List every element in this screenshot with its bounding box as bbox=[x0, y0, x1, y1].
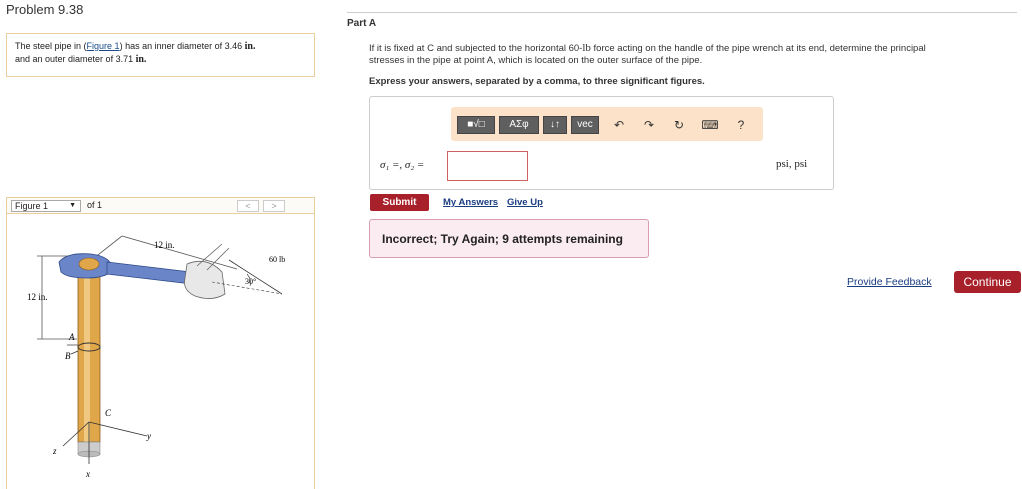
question-unit: lb bbox=[582, 42, 591, 54]
label-30deg: 30° bbox=[245, 277, 256, 286]
next-figure-button[interactable]: > bbox=[263, 200, 285, 212]
label-axis-y: y bbox=[146, 431, 151, 441]
answer-instruction: Express your answers, separated by a com… bbox=[369, 76, 705, 87]
hand-sleeve-line bbox=[196, 243, 223, 267]
label-point-a: A bbox=[68, 332, 75, 342]
help-icon[interactable]: ? bbox=[733, 116, 749, 134]
point-b-leader bbox=[70, 350, 79, 355]
question-text: If it is fixed at C and subjected to the… bbox=[369, 42, 1009, 67]
part-divider bbox=[347, 12, 1017, 13]
figure-panel: 12 in. 60 lb 30° 12 in. A B C y z x bbox=[6, 214, 315, 489]
dimension-line-top bbox=[121, 235, 238, 270]
hand-illustration bbox=[184, 260, 226, 299]
provide-feedback-link[interactable]: Provide Feedback bbox=[847, 276, 932, 288]
desc-text-mid: ) has an inner diameter of 3.46 bbox=[119, 41, 245, 51]
desc-unit-2: in. bbox=[135, 54, 147, 65]
pipe-wrench-diagram: 12 in. 60 lb 30° 12 in. A B C y z x bbox=[27, 235, 285, 479]
reset-icon[interactable]: ↻ bbox=[669, 116, 689, 134]
answer-panel: ■√□ ΑΣφ ↓↑ vec ↶ ↷ ↻ ⌨ ? σ₁ =, σ₂ = psi,… bbox=[369, 96, 834, 190]
figure-link[interactable]: Figure 1 bbox=[87, 41, 120, 51]
question-part-3: stresses in the pipe at point A, which i… bbox=[369, 55, 703, 66]
submit-button[interactable]: Submit bbox=[370, 194, 429, 211]
arrows-button[interactable]: ↓↑ bbox=[543, 116, 567, 134]
label-12in-side: 12 in. bbox=[27, 292, 48, 302]
continue-button[interactable]: Continue bbox=[954, 271, 1021, 293]
math-toolbar: ■√□ ΑΣφ ↓↑ vec ↶ ↷ ↻ ⌨ ? bbox=[451, 107, 763, 141]
prev-figure-button[interactable]: < bbox=[237, 200, 259, 212]
desc-text-pre: The steel pipe in ( bbox=[15, 41, 87, 51]
figure-navigation: Figure 1 ▼ of 1 < > bbox=[6, 197, 315, 214]
label-point-b: B bbox=[65, 351, 71, 361]
my-answers-link[interactable]: My Answers bbox=[443, 197, 498, 208]
label-60lb: 60 lb bbox=[269, 255, 285, 264]
answer-label: σ₁ =, σ₂ = bbox=[380, 159, 425, 171]
chevron-down-icon: ▼ bbox=[69, 202, 76, 209]
answer-units: psi, psi bbox=[776, 158, 808, 170]
symbols-button[interactable]: ΑΣφ bbox=[499, 116, 539, 134]
label-axis-x: x bbox=[85, 469, 90, 479]
answer-input[interactable] bbox=[447, 151, 528, 181]
figure-select[interactable]: Figure 1 ▼ bbox=[11, 200, 81, 212]
question-part-1: If it is fixed at C and subjected to the… bbox=[369, 43, 583, 54]
figure-select-value: Figure 1 bbox=[15, 201, 49, 211]
desc-unit-1: in. bbox=[244, 41, 256, 52]
figure-count: of 1 bbox=[87, 200, 103, 210]
vec-button[interactable]: vec bbox=[571, 116, 599, 134]
question-part-2: force acting on the handle of the pipe w… bbox=[590, 43, 926, 54]
feedback-text: Incorrect; Try Again; 9 attempts remaini… bbox=[382, 232, 623, 246]
give-up-link[interactable]: Give Up bbox=[507, 197, 543, 208]
templates-button[interactable]: ■√□ bbox=[457, 116, 495, 134]
undo-icon[interactable]: ↶ bbox=[609, 116, 629, 134]
pipe-highlight bbox=[84, 272, 90, 442]
problem-description: The steel pipe in (Figure 1) has an inne… bbox=[6, 33, 315, 77]
hand-sleeve-line-2 bbox=[206, 247, 230, 271]
desc-text-line2: and an outer diameter of 3.71 bbox=[15, 54, 136, 64]
label-12in-top: 12 in. bbox=[154, 240, 175, 250]
keyboard-icon[interactable]: ⌨ bbox=[699, 116, 721, 134]
label-point-c: C bbox=[105, 408, 112, 418]
problem-title: Problem 9.38 bbox=[6, 2, 84, 17]
part-title: Part A bbox=[347, 18, 377, 29]
redo-icon[interactable]: ↷ bbox=[639, 116, 659, 134]
pipe-top-end bbox=[78, 257, 100, 271]
label-axis-z: z bbox=[52, 446, 57, 456]
feedback-message: Incorrect; Try Again; 9 attempts remaini… bbox=[369, 219, 649, 258]
